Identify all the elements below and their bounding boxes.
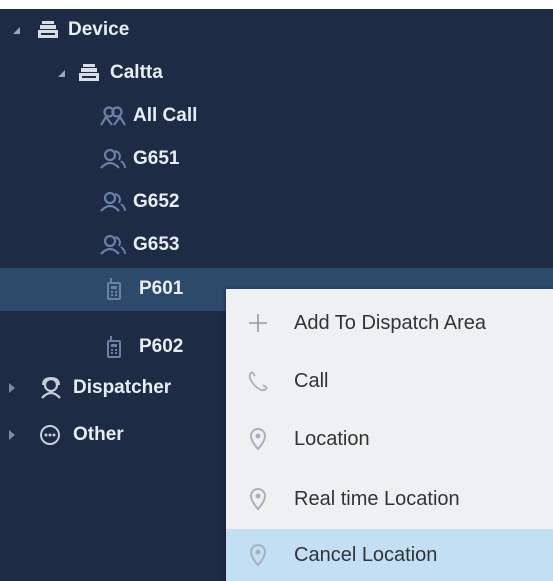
menu-item-real-time-location[interactable]: Real time Location: [226, 469, 553, 529]
radio-terminal-icon: [104, 277, 124, 301]
device-server-icon: [78, 62, 100, 84]
group-icon: [100, 234, 126, 256]
collapse-arrow-icon[interactable]: [9, 430, 15, 440]
menu-item-location[interactable]: Location: [226, 409, 553, 469]
menu-item-call[interactable]: Call: [226, 351, 553, 411]
tree-node-g651[interactable]: G651: [0, 138, 553, 181]
device-server-icon: [37, 19, 59, 41]
tree-node-caltta[interactable]: Caltta: [0, 52, 553, 95]
plus-icon: [244, 309, 272, 337]
tree-node-label: Caltta: [110, 62, 163, 83]
menu-item-label: Add To Dispatch Area: [294, 311, 486, 334]
expand-arrow-icon[interactable]: [13, 27, 20, 34]
menu-item-label: Real time Location: [294, 487, 460, 510]
context-menu: Add To Dispatch Area Call Location Real …: [226, 289, 553, 581]
menu-item-add-to-dispatch-area[interactable]: Add To Dispatch Area: [226, 293, 553, 353]
tree-node-g653[interactable]: G653: [0, 224, 553, 267]
tree-node-label: G653: [133, 234, 180, 255]
menu-item-label: Location: [294, 427, 370, 450]
radio-terminal-icon: [104, 335, 124, 359]
menu-item-cancel-location[interactable]: Cancel Location: [226, 529, 553, 581]
tree-node-label: G651: [133, 148, 180, 169]
tree-node-label: Other: [73, 424, 124, 445]
menu-item-label: Call: [294, 369, 329, 392]
expand-arrow-icon[interactable]: [58, 70, 65, 77]
tree-node-label: G652: [133, 191, 180, 212]
group-icon: [100, 191, 126, 213]
tree-node-label: All Call: [133, 105, 198, 126]
tree-node-all-call[interactable]: All Call: [0, 95, 553, 138]
tree-node-g652[interactable]: G652: [0, 181, 553, 224]
collapse-arrow-icon[interactable]: [9, 383, 15, 393]
tree-node-label: P601: [139, 278, 184, 299]
menu-item-label: Cancel Location: [294, 543, 438, 566]
all-call-group-icon: [100, 105, 126, 127]
phone-icon: [244, 367, 272, 395]
tree-node-label: P602: [139, 336, 184, 357]
group-icon: [100, 148, 126, 170]
location-pin-icon: [244, 485, 272, 513]
more-options-icon: [38, 423, 62, 447]
tree-node-label: Device: [68, 19, 130, 40]
location-pin-icon: [244, 425, 272, 453]
tree-node-device[interactable]: Device: [0, 9, 553, 52]
tree-node-label: Dispatcher: [73, 377, 172, 398]
dispatcher-icon: [38, 376, 64, 400]
location-pin-icon: [244, 541, 272, 569]
